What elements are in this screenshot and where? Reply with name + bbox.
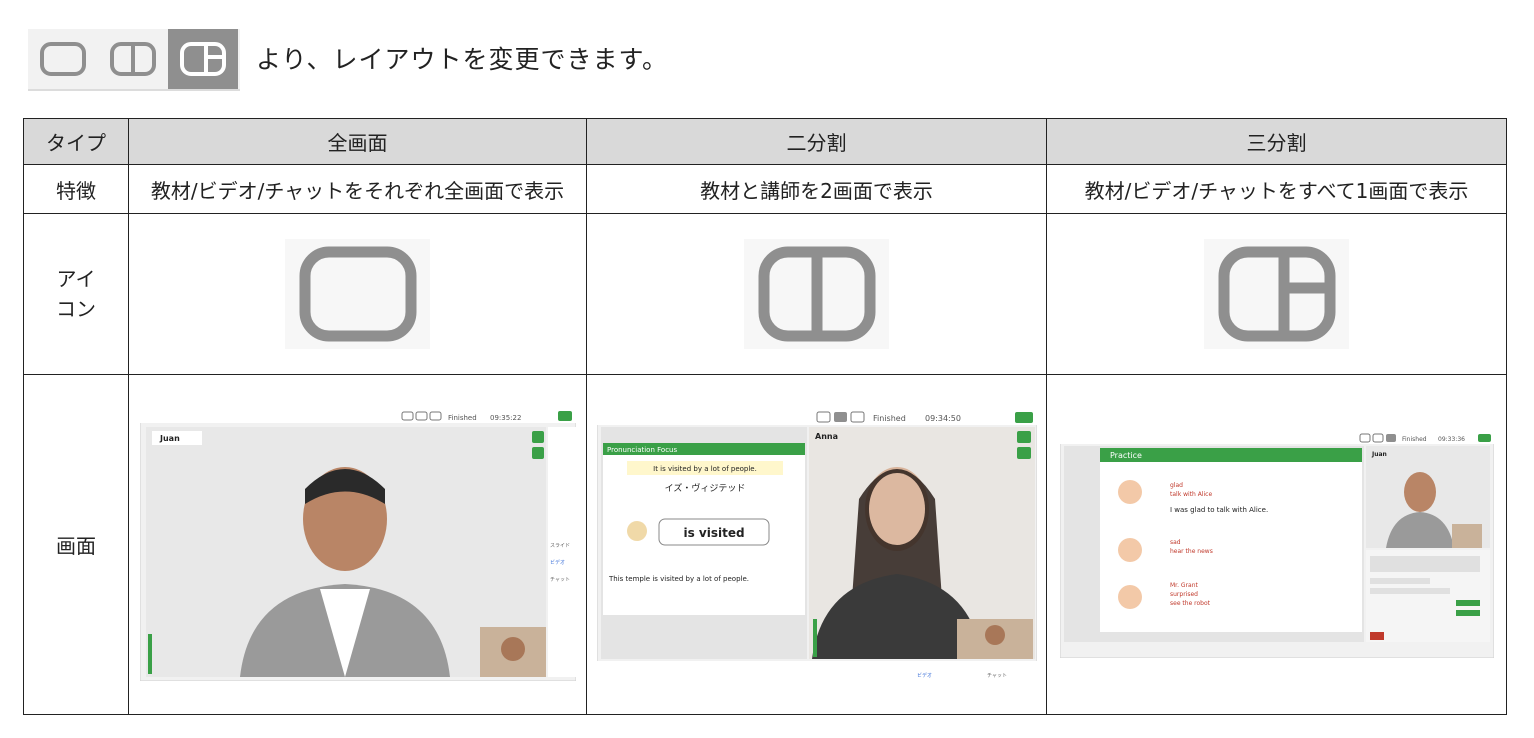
lesson-sentence-1: It is visited by a lot of people. (653, 465, 757, 473)
side-nav-slide: スライド (550, 543, 570, 549)
vocab-item-7: see the robot (1170, 600, 1211, 607)
bottom-nav-chat: チャット (987, 673, 1007, 679)
single-pane-button[interactable] (28, 29, 98, 89)
section-title: Pronunciation Focus (607, 446, 677, 454)
feature-split: 教材と講師を2画面で表示 (586, 164, 1047, 215)
icon-cell-full (128, 213, 587, 376)
vocab-item-1: glad (1170, 482, 1183, 489)
video-user-name: Juan (159, 434, 180, 443)
timer-text: 09:34:50 (925, 414, 961, 423)
status-text: Finished (448, 414, 477, 422)
section-title: Practice (1110, 451, 1142, 460)
icon-cell-split (586, 213, 1047, 376)
vocab-item-2: talk with Alice (1170, 491, 1212, 498)
vocab-item-5: Mr. Grant (1170, 582, 1199, 589)
single-pane-icon (40, 42, 86, 76)
col-type-triple: 三分割 (1046, 117, 1507, 166)
table-row: タイプ 全画面 二分割 三分割 (23, 117, 1507, 166)
row-label-type: タイプ (23, 117, 129, 166)
col-type-split: 二分割 (586, 117, 1047, 166)
vocab-item-3: sad (1170, 539, 1181, 546)
feature-full: 教材/ビデオ/チャットをそれぞれ全画面で表示 (128, 164, 587, 215)
triple-pane-icon (180, 42, 226, 76)
row-label-icon-text: アイコン (56, 267, 96, 322)
split-pane-icon (758, 246, 875, 342)
screen-cell-full: Finished 09:35:22 Juan スライド ビデオ チャット (128, 374, 587, 715)
vocab-item-6: surprised (1170, 591, 1198, 598)
timer-text: 09:35:22 (490, 414, 521, 422)
intro-text: より、レイアウトを変更できます。 (256, 45, 669, 74)
row-label-feature: 特徴 (23, 164, 129, 215)
icon-box-full (285, 239, 430, 350)
col-type-full: 全画面 (128, 117, 587, 166)
table-row: アイコン (23, 213, 1507, 376)
screen-thumbnail-split: Finished 09:34:50 Pronunciation Focus It… (596, 408, 1037, 681)
layout-comparison-table: タイプ 全画面 二分割 三分割 特徴 教材/ビデオ/チャットをそれぞれ全画面で表… (23, 117, 1507, 715)
lesson-sentence-2: This temple is visited by a lot of peopl… (608, 575, 749, 583)
screen-thumbnail-full: Finished 09:35:22 Juan スライド ビデオ チャット (139, 408, 576, 681)
lesson-katakana: イズ・ヴィジテッド (664, 482, 745, 494)
single-pane-icon (299, 246, 416, 342)
screen-thumbnail-triple: Finished 09:33:36 Practice glad talk wit… (1059, 431, 1494, 658)
triple-pane-button[interactable] (168, 29, 238, 89)
split-pane-icon (110, 42, 156, 76)
row-label-icon: アイコン (23, 213, 129, 376)
screen-cell-triple: Finished 09:33:36 Practice glad talk wit… (1046, 374, 1507, 715)
video-user-name: Juan (1371, 451, 1387, 458)
triple-pane-icon (1218, 246, 1335, 342)
video-user-name: Anna (815, 432, 838, 441)
table-row: 特徴 教材/ビデオ/チャットをそれぞれ全画面で表示 教材と講師を2画面で表示 教… (23, 164, 1507, 215)
status-text: Finished (1402, 436, 1427, 443)
table-row: 画面 Finished 09:35:22 Juan スライド ビデオ チャット … (23, 374, 1507, 715)
icon-box-triple (1204, 239, 1349, 350)
icon-cell-triple (1046, 213, 1507, 376)
timer-text: 09:33:36 (1438, 436, 1465, 443)
side-nav-chat: チャット (550, 577, 570, 583)
layout-toggle-bar (28, 29, 240, 91)
lesson-bubble: is visited (683, 526, 744, 540)
vocab-item-4: hear the news (1170, 548, 1213, 555)
side-nav-video: ビデオ (550, 559, 565, 566)
screen-cell-split: Finished 09:34:50 Pronunciation Focus It… (586, 374, 1047, 715)
status-text: Finished (873, 414, 906, 423)
row-label-screen: 画面 (23, 374, 129, 715)
feature-triple: 教材/ビデオ/チャットをすべて1画面で表示 (1046, 164, 1507, 215)
bottom-nav-video: ビデオ (917, 672, 932, 679)
icon-box-split (744, 239, 889, 350)
practice-line-1: I was glad to talk with Alice. (1170, 506, 1268, 514)
split-pane-button[interactable] (98, 29, 168, 89)
